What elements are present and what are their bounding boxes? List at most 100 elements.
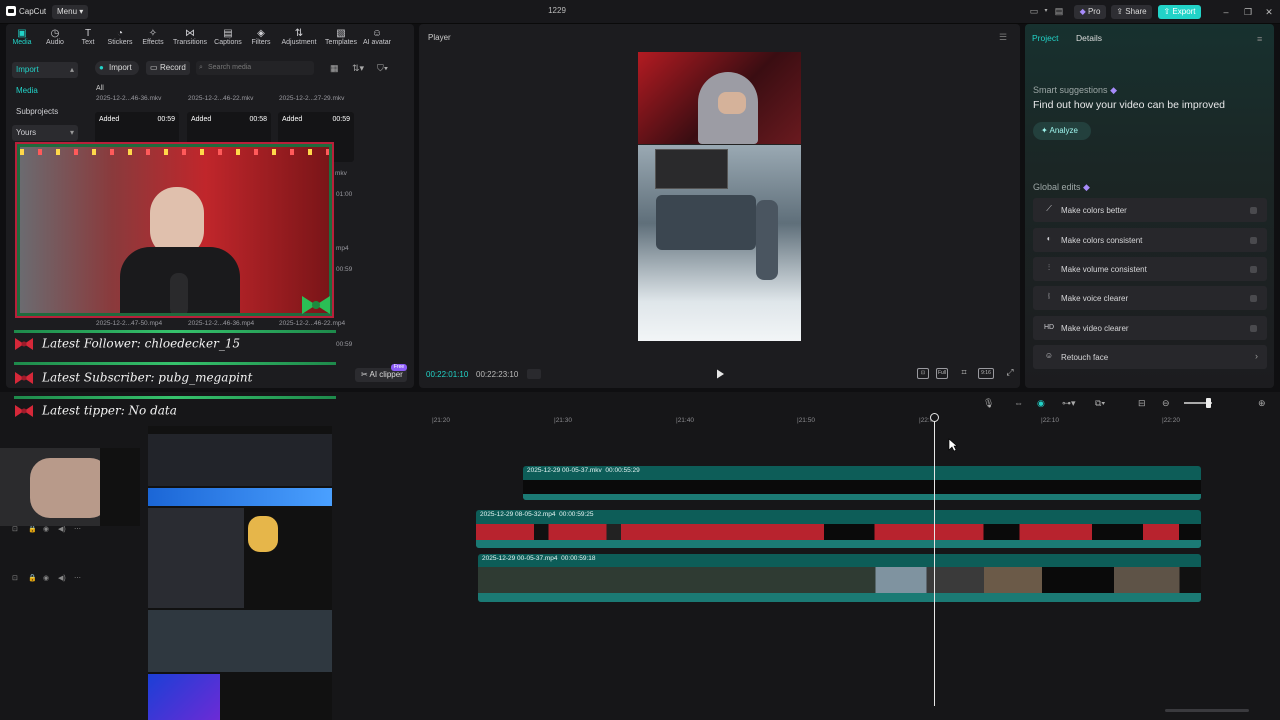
tool-text[interactable]: T Text <box>70 28 106 50</box>
timeline-clip[interactable]: 2025-12-29 00-05-37.mp4 00:00:59:18 <box>478 554 1201 602</box>
playhead[interactable] <box>934 414 935 706</box>
tool-media[interactable]: ▣ Media <box>4 28 40 50</box>
import-icon: ● <box>99 63 104 72</box>
search-input[interactable]: ⌕ Search media <box>196 61 314 75</box>
palette-icon: ◐ <box>1046 234 1052 243</box>
scissors-icon: ✂ <box>361 370 368 379</box>
magnet-icon[interactable]: ◉ <box>1037 398 1045 409</box>
shortcut-icon[interactable]: ▤ <box>1053 6 1065 17</box>
global-edit-retouch-face[interactable]: ☺ Retouch face › <box>1033 345 1267 369</box>
nav-media[interactable]: Media <box>12 83 78 99</box>
volume-icon[interactable]: ◀) <box>58 574 66 582</box>
microphone-icon[interactable]: 🎙 <box>983 398 994 409</box>
lock-icon[interactable]: 🔒 <box>28 525 37 533</box>
toggle[interactable] <box>1250 237 1257 244</box>
ruler-tick: |22:10 <box>1041 417 1059 424</box>
record-button[interactable]: ▭ Record <box>146 61 190 75</box>
global-edit-colors-better[interactable]: ⟋ Make colors better <box>1033 198 1267 222</box>
grid-view-icon[interactable]: ▦ <box>330 63 339 74</box>
tab-project[interactable]: Project <box>1032 33 1058 43</box>
timeline-clip[interactable]: 2025-12-29 08-05-32.mp4 00:00:59:25 <box>476 510 1201 548</box>
toggle[interactable] <box>1250 266 1257 273</box>
sort-icon[interactable]: ⇅▾ <box>352 63 364 74</box>
timeline-toggle[interactable] <box>527 369 541 379</box>
nav-subprojects[interactable]: Subprojects <box>12 104 78 120</box>
global-edit-volume-consistent[interactable]: ⫶ Make volume consistent <box>1033 257 1267 281</box>
tool-transitions[interactable]: ⋈ Transitions <box>171 28 209 50</box>
snap-icon[interactable]: ⊶▾ <box>1062 398 1076 409</box>
link-icon[interactable]: ⇔ <box>1014 398 1023 408</box>
file-name: 2025-12-2...27-29.mkv <box>279 95 345 102</box>
nav-import[interactable]: Import ▴ <box>12 62 78 78</box>
tool-captions[interactable]: ▤ Captions <box>210 28 246 50</box>
zoom-in-icon[interactable]: ⊕ <box>1258 398 1266 409</box>
analyze-label: Analyze <box>1049 126 1078 135</box>
close-icon[interactable]: ✕ <box>1263 6 1275 18</box>
chair <box>100 448 140 526</box>
duration-fragment: 00:59 <box>336 341 353 348</box>
player-menu-icon[interactable]: ☰ <box>999 32 1007 43</box>
layout-dropdown-icon[interactable]: ▾ <box>1040 6 1052 17</box>
layout-icon[interactable]: ▭ <box>1028 6 1040 17</box>
zoom-slider-handle[interactable] <box>1206 398 1211 408</box>
eye-icon[interactable]: ◉ <box>43 574 49 582</box>
nav-yours[interactable]: Yours ▾ <box>12 125 78 141</box>
eye-icon[interactable]: ◉ <box>43 525 49 533</box>
lock-icon[interactable]: 🔒 <box>28 574 37 582</box>
thumbnail-icon[interactable]: ⊟ <box>1138 398 1146 409</box>
tool-audio[interactable]: ◷ Audio <box>37 28 73 50</box>
transitions-icon: ⋈ <box>185 28 195 39</box>
export-icon: ⇧ <box>1163 7 1171 16</box>
file-name: 2025-12-2...46-22.mp4 <box>279 320 346 327</box>
import-button[interactable]: ● Import <box>95 61 139 75</box>
panel-menu-icon[interactable]: ≡ <box>1257 34 1262 44</box>
preview-axis-icon[interactable]: ⧉▾ <box>1095 398 1105 409</box>
pro-label: Pro <box>1087 7 1101 16</box>
tool-label: AI avatar <box>362 39 391 46</box>
play-icon[interactable] <box>714 368 726 380</box>
filter-all[interactable]: All <box>96 85 104 92</box>
analyze-button[interactable]: ✦ Analyze <box>1033 122 1091 140</box>
captions-icon: ▤ <box>223 28 233 39</box>
tool-templates[interactable]: ▧ Templates <box>322 28 360 50</box>
zoom-out-icon[interactable]: ⊖ <box>1162 398 1170 409</box>
added-badge: Added <box>282 116 303 123</box>
track-box-icon[interactable]: ⊡ <box>12 574 18 582</box>
global-edit-colors-consistent[interactable]: ◐ Make colors consistent <box>1033 228 1267 252</box>
toggle[interactable] <box>1250 207 1257 214</box>
tool-effects[interactable]: ✧ Effects <box>135 28 171 50</box>
tool-stickers[interactable]: ◔ Stickers <box>102 28 138 50</box>
tool-adjustment[interactable]: ⇅ Adjustment <box>279 28 319 50</box>
more-icon[interactable]: ⋯ <box>74 574 81 582</box>
playhead-handle[interactable] <box>930 413 939 422</box>
nav-label: Media <box>16 86 38 95</box>
tool-label: Templates <box>325 39 357 46</box>
tab-details[interactable]: Details <box>1076 33 1102 43</box>
clip-name: 2025-12-29 08-05-32.mp4 00:00:59:25 <box>480 511 594 518</box>
sparkle-icon: ✦ <box>1041 126 1048 135</box>
timeline-scrollbar[interactable] <box>1165 709 1249 712</box>
snapshot-icon[interactable]: ⌗ <box>958 368 970 379</box>
global-edit-voice-clearer[interactable]: ⦚ Make voice clearer <box>1033 286 1267 310</box>
filter-icon[interactable]: ⛉▾ <box>377 63 388 74</box>
toggle[interactable] <box>1250 295 1257 302</box>
global-edit-video-clearer[interactable]: HD Make video clearer <box>1033 316 1267 340</box>
tool-filters[interactable]: ◈ Filters <box>243 28 279 50</box>
minimize-icon[interactable]: – <box>1220 6 1232 18</box>
video-preview[interactable] <box>638 52 801 341</box>
crop-icon[interactable]: ⊡ <box>917 368 929 379</box>
export-button[interactable]: ⇧ Export <box>1158 5 1201 19</box>
track-box-icon[interactable]: ⊡ <box>12 525 18 533</box>
timeline-clip[interactable]: 2025-12-29 00-05-37.mkv 00:00:55:29 <box>523 466 1201 500</box>
ratio-button[interactable]: 9:16 <box>978 368 994 379</box>
toggle[interactable] <box>1250 325 1257 332</box>
pro-button[interactable]: ◆ Pro <box>1074 5 1106 19</box>
restore-icon[interactable]: ❐ <box>1242 6 1254 18</box>
more-icon[interactable]: ⋯ <box>74 525 81 533</box>
quality-full[interactable]: Full <box>936 368 948 379</box>
clip-filename: 2025-12-29 08-05-32.mp4 <box>480 511 556 518</box>
fullscreen-icon[interactable]: ⤢ <box>1004 368 1016 379</box>
share-button[interactable]: ⇪ Share <box>1111 5 1152 19</box>
volume-icon[interactable]: ◀) <box>58 525 66 533</box>
tool-ai-avatar[interactable]: ☺ AI avatar <box>359 28 395 50</box>
